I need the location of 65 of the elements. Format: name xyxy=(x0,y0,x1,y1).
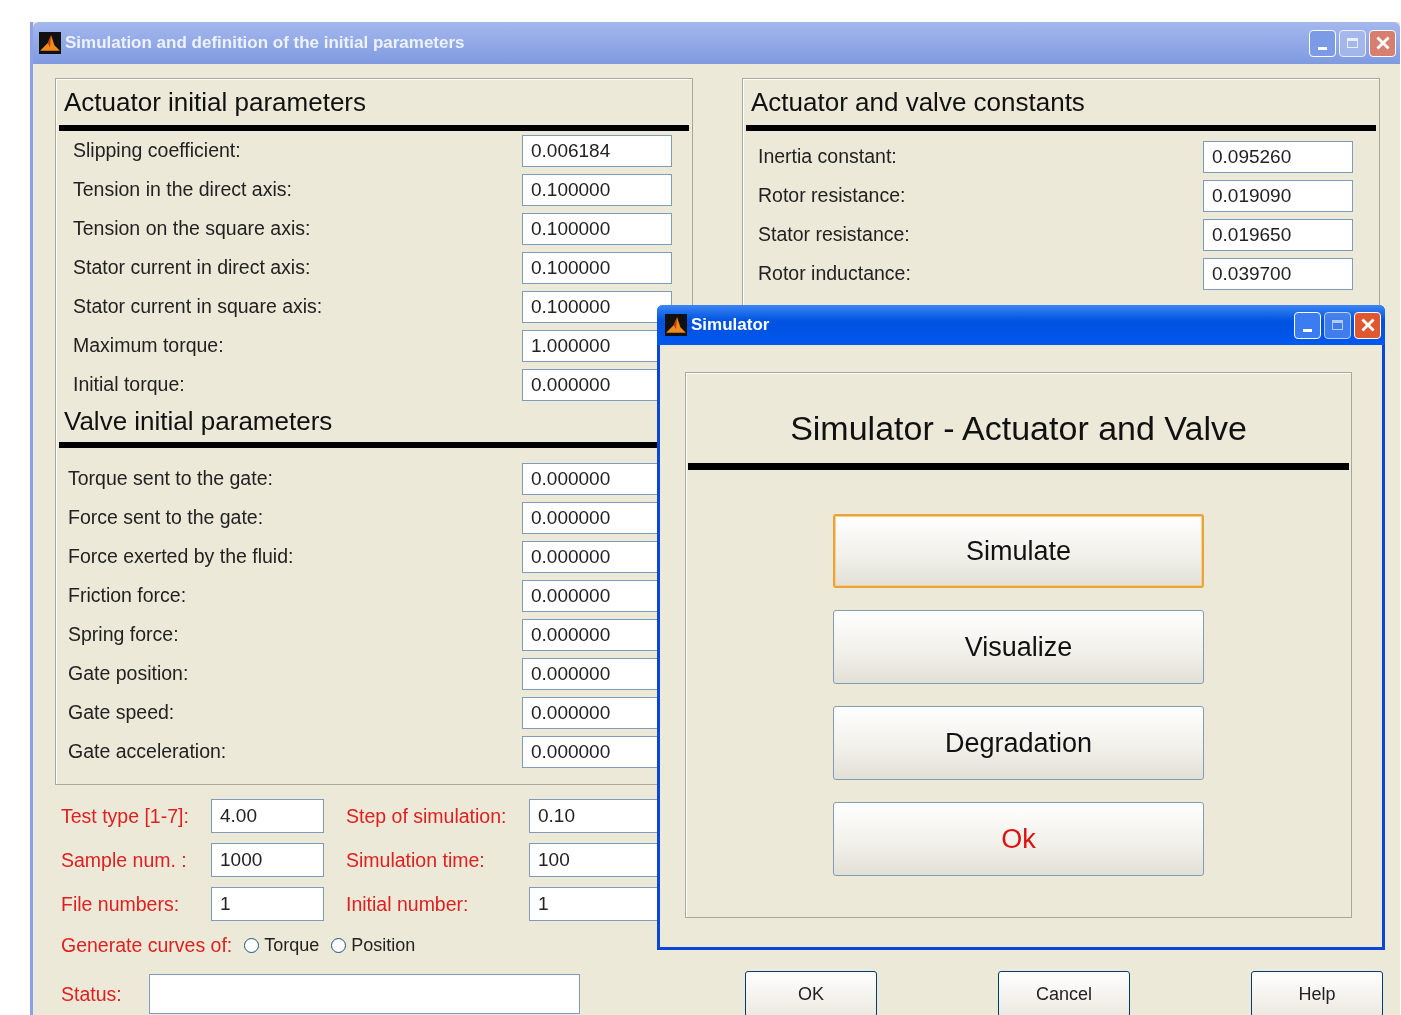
field-label: Maximum torque: xyxy=(73,334,224,357)
input-field[interactable]: 0.006184 xyxy=(522,134,672,167)
field-label: Tension in the direct axis: xyxy=(73,178,292,201)
setting-label: Sample num. : xyxy=(61,848,188,872)
field-label: Force sent to the gate: xyxy=(68,506,264,529)
action-button[interactable]: Simulate xyxy=(833,514,1204,588)
action-button[interactable]: Ok xyxy=(833,802,1204,876)
input-field[interactable]: 0.100000 xyxy=(522,290,672,323)
field-label: Rotor resistance: xyxy=(758,184,906,207)
input-field[interactable]: 0.095260 xyxy=(1203,140,1353,173)
field-label: Gate speed: xyxy=(68,701,175,724)
field-label: Gate position: xyxy=(68,662,189,685)
minimize-button[interactable] xyxy=(1309,29,1336,57)
maximize-button[interactable] xyxy=(1339,29,1366,57)
input-field[interactable]: 1000 xyxy=(211,843,324,877)
minimize-button[interactable] xyxy=(1294,311,1321,339)
window-title: Simulator xyxy=(691,315,771,335)
field-label: Spring force: xyxy=(68,623,179,646)
input-field[interactable]: 0.019090 xyxy=(1203,179,1353,212)
field-label: Stator current in square axis: xyxy=(73,295,323,318)
input-field[interactable]: 0.100000 xyxy=(522,212,672,245)
peak-icon xyxy=(39,32,61,54)
field-label: Rotor inductance: xyxy=(758,262,911,285)
close-button[interactable] xyxy=(1354,311,1381,339)
field-label: Gate acceleration: xyxy=(68,740,227,763)
dialog-button[interactable]: Help xyxy=(1251,971,1383,1015)
field-label: Friction force: xyxy=(68,584,187,607)
field-label: Tension on the square axis: xyxy=(73,217,311,240)
status-label: Status: xyxy=(61,982,123,1006)
panel-heading: Valve initial parameters xyxy=(63,405,334,438)
input-field[interactable]: 1 xyxy=(211,887,324,921)
close-button[interactable] xyxy=(1369,29,1396,57)
field-label: Inertia constant: xyxy=(758,145,897,168)
status-field[interactable] xyxy=(149,974,580,1014)
field-label: Slipping coefficient: xyxy=(73,139,241,162)
dialog-button[interactable]: OK xyxy=(745,971,877,1015)
setting-label: File numbers: xyxy=(61,892,181,916)
field-label: Stator resistance: xyxy=(758,223,910,246)
maximize-button[interactable] xyxy=(1324,311,1351,339)
panel-heading: Simulator - Actuator and Valve xyxy=(789,408,1248,449)
panel-heading: Actuator and valve constants xyxy=(750,86,1086,119)
panel-heading: Actuator initial parameters xyxy=(63,86,368,119)
setting-label: Initial number: xyxy=(346,892,470,916)
setting-label: Simulation time: xyxy=(346,848,486,872)
window-title: Simulation and definition of the initial parameters xyxy=(65,33,466,53)
input-field[interactable]: 0.019650 xyxy=(1203,218,1353,251)
input-field[interactable]: 0.100000 xyxy=(522,173,672,206)
peak-icon xyxy=(665,314,687,336)
setting-label: Generate curves of: xyxy=(61,933,233,957)
dialog-button[interactable]: Cancel xyxy=(998,971,1130,1015)
input-field[interactable]: 0.039700 xyxy=(1203,257,1353,290)
field-label: Stator current in direct axis: xyxy=(73,256,311,279)
setting-label: Step of simulation: xyxy=(346,804,508,828)
input-field[interactable]: 4.00 xyxy=(211,799,324,833)
action-button[interactable]: Visualize xyxy=(833,610,1204,684)
field-label: Torque sent to the gate: xyxy=(68,467,273,490)
radio-option[interactable]: Position xyxy=(331,934,416,956)
input-field[interactable]: 0.100000 xyxy=(522,251,672,284)
close-icon xyxy=(1375,36,1390,50)
radio-option[interactable]: Torque xyxy=(244,934,320,956)
field-label: Force exerted by the fluid: xyxy=(68,545,294,568)
close-icon xyxy=(1360,318,1375,332)
setting-label: Test type [1-7]: xyxy=(61,804,190,828)
field-label: Initial torque: xyxy=(73,373,185,396)
action-button[interactable]: Degradation xyxy=(833,706,1204,780)
